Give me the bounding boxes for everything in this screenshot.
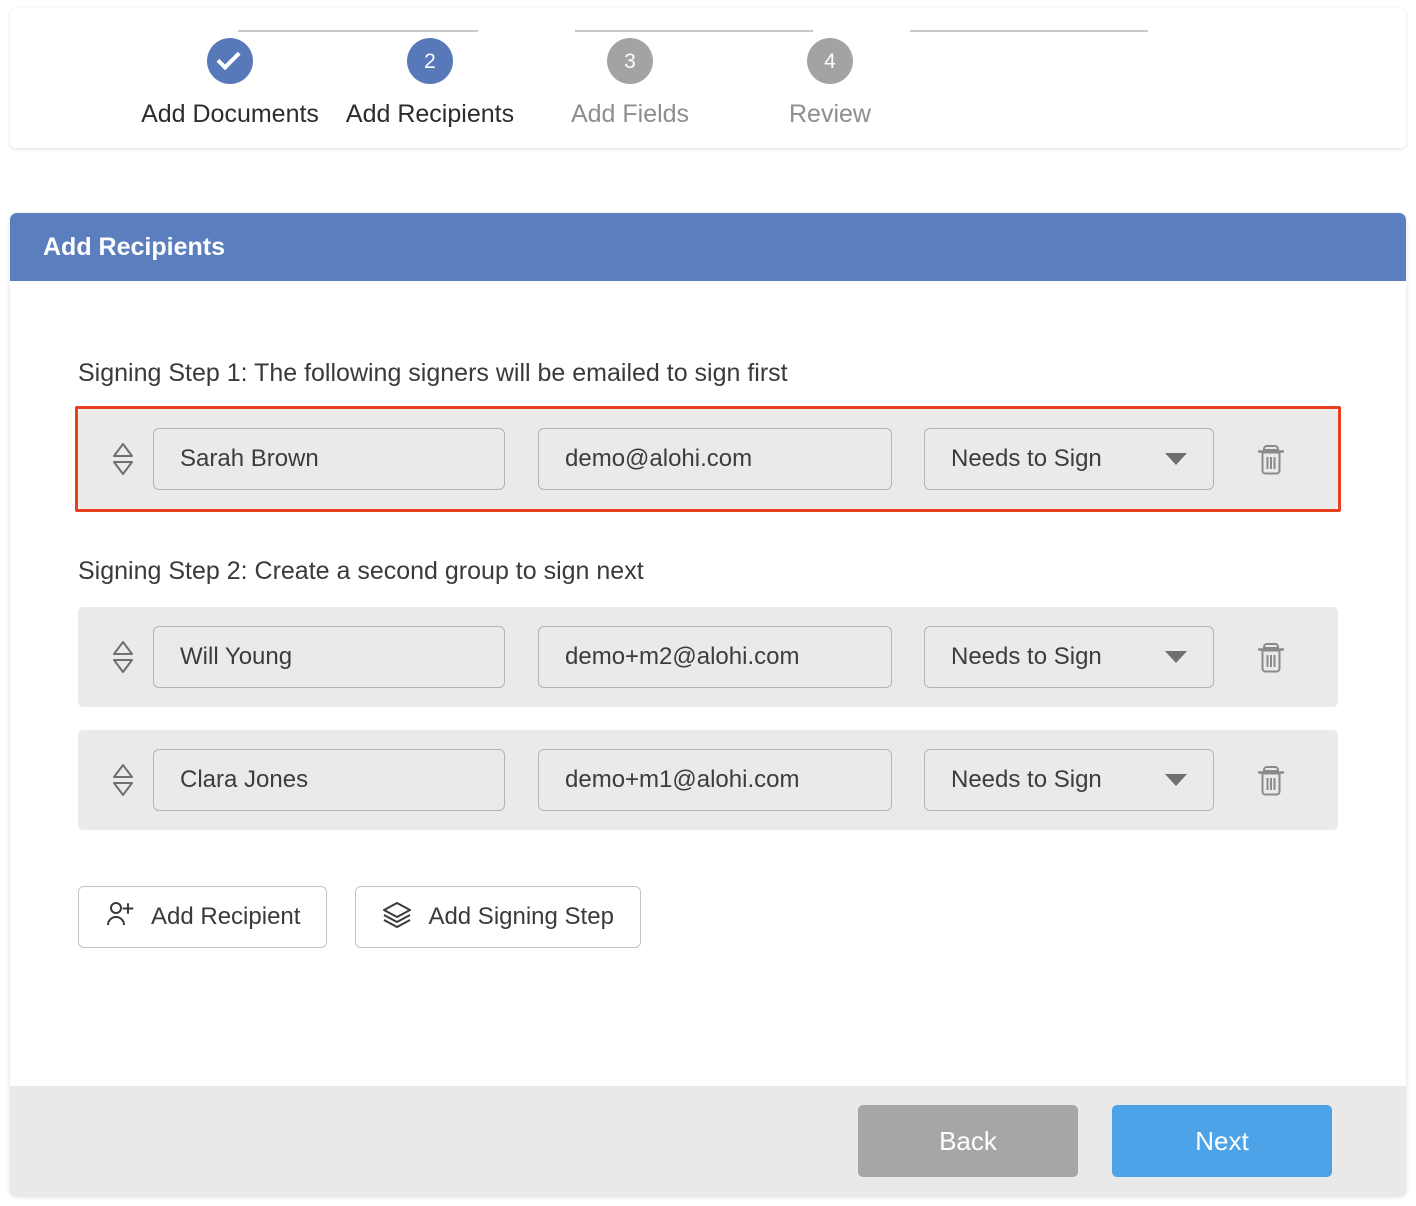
stepper: Add Documents 2 Add Recipients 3 Add Fie…: [10, 8, 1406, 148]
signing-step-1-title: Signing Step 1: The following signers wi…: [78, 359, 1338, 388]
recipient-email-input[interactable]: demo@alohi.com: [538, 428, 892, 490]
panel-title: Add Recipients: [43, 233, 225, 262]
delete-recipient-button[interactable]: [1250, 436, 1292, 482]
delete-recipient-button[interactable]: [1250, 757, 1292, 803]
step-1-label: Add Documents: [141, 100, 319, 129]
recipient-name-input[interactable]: Will Young: [153, 626, 505, 688]
recipient-role-select[interactable]: Needs to Sign: [924, 428, 1214, 490]
recipient-role-value: Needs to Sign: [951, 766, 1102, 794]
step-3-label: Add Fields: [571, 100, 689, 129]
chevron-down-icon: [1165, 651, 1187, 663]
add-signing-step-button[interactable]: Add Signing Step: [355, 886, 640, 948]
recipient-name-input[interactable]: Clara Jones: [153, 749, 505, 811]
recipient-row: Will Young demo+m2@alohi.com Needs to Si…: [78, 607, 1338, 707]
user-plus-icon: [105, 900, 135, 935]
recipient-role-select[interactable]: Needs to Sign: [924, 626, 1214, 688]
panel-body: Signing Step 1: The following signers wi…: [10, 281, 1406, 1086]
add-recipient-button[interactable]: Add Recipient: [78, 886, 327, 948]
check-icon: [217, 46, 241, 70]
recipient-row: Clara Jones demo+m1@alohi.com Needs to S…: [78, 730, 1338, 830]
add-recipient-label: Add Recipient: [151, 903, 300, 931]
chevron-down-icon: [1165, 453, 1187, 465]
add-signing-step-label: Add Signing Step: [428, 903, 613, 931]
recipient-name-input[interactable]: Sarah Brown: [153, 428, 505, 490]
chevron-down-icon: [1165, 774, 1187, 786]
step-4-label: Review: [789, 100, 871, 129]
layers-icon: [382, 900, 412, 935]
recipient-role-value: Needs to Sign: [951, 643, 1102, 671]
delete-recipient-button[interactable]: [1250, 634, 1292, 680]
add-recipients-panel: Add Recipients Signing Step 1: The follo…: [10, 213, 1406, 1196]
stepper-card: Add Documents 2 Add Recipients 3 Add Fie…: [10, 8, 1406, 148]
step-2-label: Add Recipients: [346, 100, 514, 129]
recipient-email-input[interactable]: demo+m2@alohi.com: [538, 626, 892, 688]
next-button[interactable]: Next: [1112, 1105, 1332, 1177]
back-button[interactable]: Back: [858, 1105, 1078, 1177]
signing-step-2-rows: Will Young demo+m2@alohi.com Needs to Si…: [78, 607, 1338, 830]
recipient-email-input[interactable]: demo+m1@alohi.com: [538, 749, 892, 811]
step-review[interactable]: 4 Review: [730, 38, 930, 129]
panel-footer: Back Next: [10, 1086, 1406, 1196]
step-connector-2: [575, 30, 813, 32]
recipient-role-value: Needs to Sign: [951, 445, 1102, 473]
step-2-circle: 2: [407, 38, 453, 84]
step-add-documents[interactable]: Add Documents: [130, 38, 330, 129]
sort-updown-icon[interactable]: [106, 640, 140, 674]
step-connector-1: [238, 30, 478, 32]
step-1-circle: [207, 38, 253, 84]
panel-header: Add Recipients: [10, 213, 1406, 281]
sort-updown-icon[interactable]: [106, 763, 140, 797]
step-connector-3: [910, 30, 1148, 32]
action-buttons: Add Recipient Add Signing Step: [78, 886, 1338, 948]
signing-step-1-rows: Sarah Brown demo@alohi.com Needs to Sign: [75, 406, 1341, 512]
step-3-circle: 3: [607, 38, 653, 84]
recipient-row: Sarah Brown demo@alohi.com Needs to Sign: [78, 409, 1338, 509]
step-add-fields[interactable]: 3 Add Fields: [530, 38, 730, 129]
recipient-role-select[interactable]: Needs to Sign: [924, 749, 1214, 811]
sort-updown-icon[interactable]: [106, 442, 140, 476]
signing-step-2-title: Signing Step 2: Create a second group to…: [78, 557, 1338, 586]
step-add-recipients[interactable]: 2 Add Recipients: [330, 38, 530, 129]
step-4-circle: 4: [807, 38, 853, 84]
